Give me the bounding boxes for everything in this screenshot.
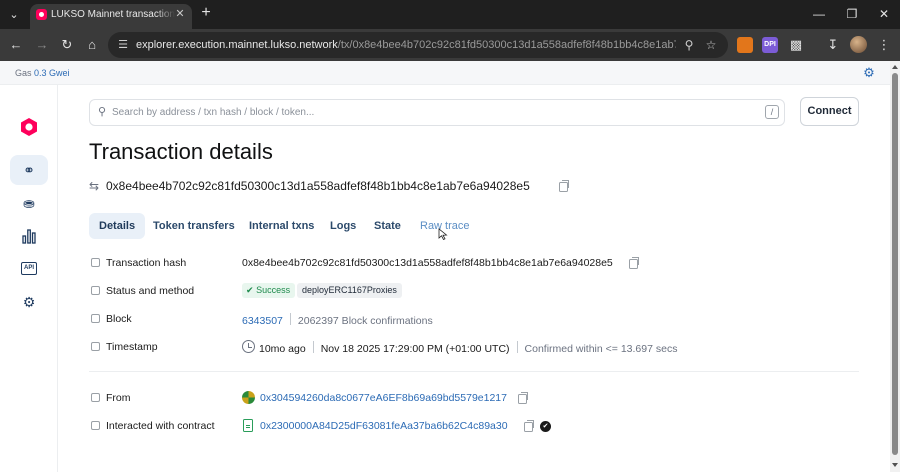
browser-toolbar: ← → ↻ ⌂ ☰ explorer.execution.mainnet.luk… (0, 29, 900, 61)
method-badge: deployERC1167Proxies (297, 283, 402, 298)
zoom-icon[interactable]: ⚲ (682, 38, 696, 52)
block-link[interactable]: 6343507 (242, 315, 283, 327)
bar-chart-icon (22, 229, 36, 244)
search-shortcut: / (765, 105, 779, 119)
gas-topbar: Gas 0.3 Gwei ⚙ (0, 61, 890, 85)
info-icon[interactable] (91, 258, 100, 267)
tab-state[interactable]: State (374, 213, 401, 239)
arrow-left-icon[interactable]: ← (8, 37, 24, 53)
from-address-link[interactable]: 0x304594260da8c0677eA6EF8b69a69bd5579e12… (260, 392, 507, 404)
plus-icon[interactable]: + (198, 5, 214, 21)
coins-icon: ⛂ (23, 195, 35, 211)
address-bar[interactable]: ☰ explorer.execution.mainnet.lukso.netwo… (108, 32, 728, 58)
profile-avatar[interactable] (850, 36, 867, 53)
search-icon: ⚲ (97, 106, 107, 118)
row-interacted-contract: Interacted with contract 0x2300000A84D25… (89, 419, 869, 435)
row-label: Block (106, 313, 132, 325)
row-label: Status and method (106, 285, 195, 297)
copy-icon[interactable] (524, 420, 534, 432)
tab-logs[interactable]: Logs (330, 213, 356, 239)
contract-file-icon (243, 419, 253, 432)
transaction-hash-value: 0x8e4bee4b702c92c81fd50300c13d1a558adfef… (242, 257, 613, 269)
row-label: Transaction hash (106, 257, 187, 269)
verified-check-icon: ✔ (540, 421, 551, 432)
scroll-thumb[interactable] (892, 73, 898, 455)
lukso-logo-icon[interactable] (19, 117, 39, 137)
home-icon[interactable]: ⌂ (84, 37, 100, 53)
kebab-menu-icon[interactable]: ⋮ (876, 37, 892, 53)
fox-extension-icon[interactable] (737, 37, 753, 53)
sidebar-item-charts[interactable] (10, 221, 48, 251)
browser-tab-strip: ⌄ LUKSO Mainnet transaction 0x8e4b ✕ + —… (0, 0, 900, 29)
arrow-right-icon[interactable]: → (34, 37, 50, 53)
block-confirmations: 2062397 Block confirmations (297, 315, 433, 327)
row-block: Block 6343507 2062397 Block confirmations (89, 312, 869, 328)
swap-icon: ⇆ (89, 179, 100, 193)
scroll-up-icon[interactable] (892, 65, 898, 69)
sidebar: ⚭ ⛂ API ⚙ (0, 85, 58, 472)
block-value: 6343507 2062397 Block confirmations (242, 313, 433, 327)
info-icon[interactable] (91, 314, 100, 323)
gear-icon: ⚙ (22, 294, 36, 310)
reload-icon[interactable]: ↻ (59, 37, 75, 53)
scroll-down-icon[interactable] (892, 463, 898, 467)
row-label: Interacted with contract (106, 420, 215, 432)
row-status-method: Status and method ✔ Success deployERC116… (89, 283, 869, 300)
lukso-favicon-icon (36, 9, 47, 20)
info-icon[interactable] (91, 286, 100, 295)
gas-price[interactable]: Gas 0.3 Gwei (15, 68, 70, 78)
chevron-down-icon[interactable]: ⌄ (6, 7, 22, 23)
info-icon[interactable] (91, 393, 100, 402)
timestamp-value: 10mo ago Nov 18 2025 17:29:00 PM (+01:00 … (259, 341, 678, 355)
search-input[interactable]: ⚲ Search by address / txn hash / block /… (89, 99, 785, 126)
search-placeholder: Search by address / txn hash / block / t… (112, 107, 315, 118)
check-circle-icon: ✔ (246, 285, 254, 295)
tab-details[interactable]: Details (89, 213, 146, 239)
connect-button[interactable]: Connect (800, 97, 859, 126)
url-text[interactable]: explorer.execution.mainnet.lukso.network… (136, 39, 676, 51)
page-scrollbar[interactable] (890, 61, 900, 472)
tune-icon[interactable]: ☰ (116, 38, 130, 52)
copy-icon[interactable] (518, 392, 528, 404)
download-icon[interactable]: ↧ (825, 37, 841, 53)
row-label: Timestamp (106, 341, 158, 353)
sidebar-item-tokens[interactable]: ⛂ (10, 188, 48, 218)
tab-token-transfers[interactable]: Token transfers (153, 213, 235, 239)
browser-tab[interactable]: LUKSO Mainnet transaction 0x8e4b ✕ (30, 4, 192, 29)
gear-icon[interactable]: ⚙ (862, 66, 876, 80)
sidebar-item-other[interactable]: ⚙ (10, 287, 48, 317)
sidebar-item-api[interactable]: API (10, 254, 48, 284)
clock-icon (242, 340, 255, 353)
mouse-cursor-icon (438, 228, 448, 240)
row-label: From (106, 392, 131, 404)
info-icon[interactable] (91, 342, 100, 351)
contract-address-link[interactable]: 0x2300000A84D25dF63081feAa37ba6b62C4c89a… (260, 420, 508, 432)
tab-internal-txns[interactable]: Internal txns (249, 213, 314, 239)
row-from: From 0x304594260da8c0677eA6EF8b69a69bd55… (89, 391, 869, 407)
page: Gas 0.3 Gwei ⚙ ⚭ ⛂ API ⚙ ⚲ Search by add… (0, 61, 890, 472)
address-identicon-icon (242, 391, 255, 404)
page-title: Transaction details (89, 139, 273, 164)
copy-icon[interactable] (559, 180, 569, 192)
sidebar-item-blockchain[interactable]: ⚭ (10, 155, 48, 185)
status-badge: ✔ Success (242, 283, 296, 298)
dpi-extension-icon[interactable]: DPI (762, 37, 778, 53)
star-icon[interactable]: ☆ (704, 38, 718, 52)
restore-icon[interactable]: ❐ (845, 7, 859, 21)
globe-icon: ⚭ (23, 162, 35, 178)
info-icon[interactable] (91, 421, 100, 430)
api-icon: API (21, 262, 37, 275)
copy-icon[interactable] (629, 257, 639, 269)
section-divider (89, 371, 859, 372)
browser-tab-title: LUKSO Mainnet transaction 0x8e4b (51, 9, 175, 20)
window-close-icon[interactable]: ✕ (877, 7, 891, 21)
separator (289, 313, 291, 325)
tx-hash-title: 0x8e4bee4b702c92c81fd50300c13d1a558adfef… (106, 179, 530, 193)
row-transaction-hash: Transaction hash 0x8e4bee4b702c92c81fd50… (89, 256, 869, 272)
close-icon[interactable]: ✕ (174, 8, 186, 20)
minimize-icon[interactable]: — (812, 7, 826, 21)
puzzle-icon[interactable]: ▩ (788, 37, 804, 53)
row-timestamp: Timestamp 10mo ago Nov 18 2025 17:29:00 P… (89, 340, 869, 356)
